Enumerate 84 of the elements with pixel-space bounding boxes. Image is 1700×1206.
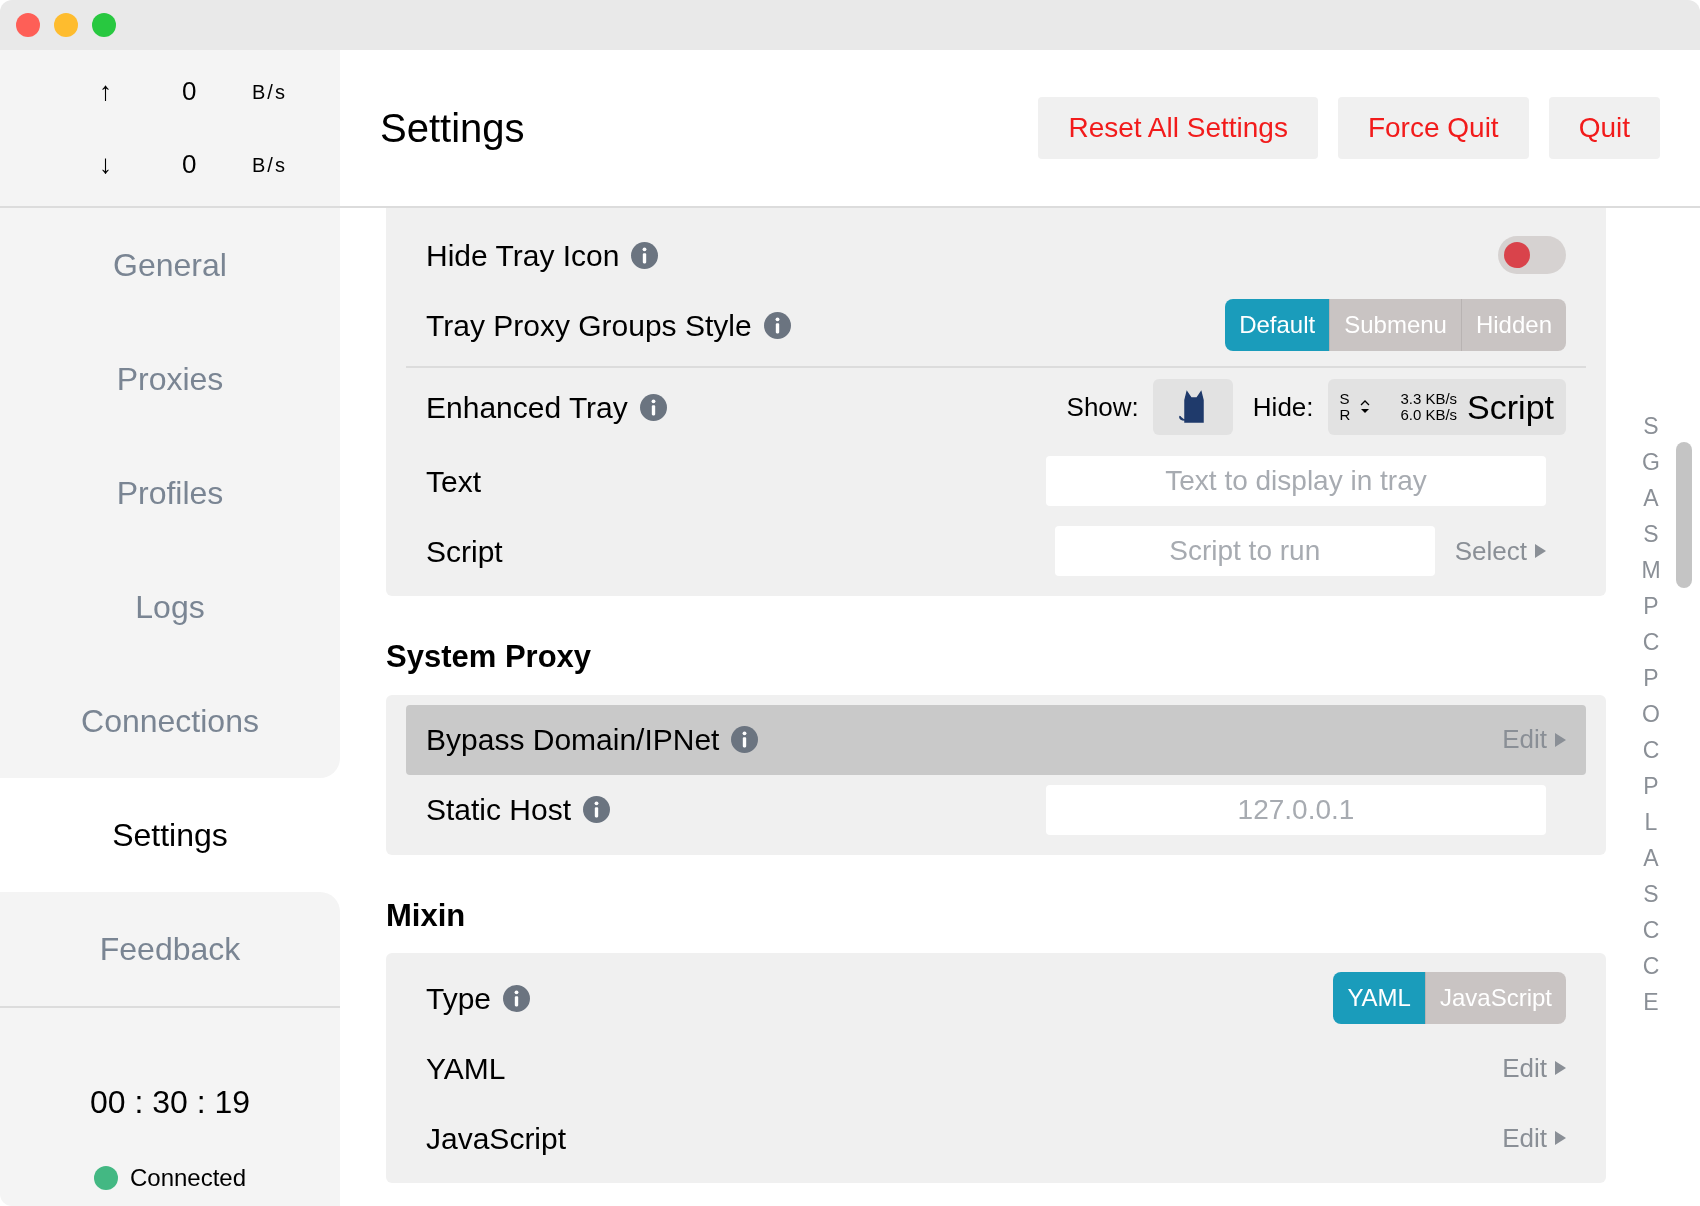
status-label: Connected	[129, 1163, 247, 1193]
speed-unit: B/s	[252, 152, 287, 178]
caret-icon	[1555, 732, 1566, 747]
info-icon	[583, 796, 611, 823]
download-speed: 6.0 KB/s	[1400, 407, 1458, 423]
info-icon	[763, 311, 791, 339]
scrollbar-thumb[interactable]	[1676, 442, 1692, 588]
index-letter[interactable]: P	[1643, 768, 1659, 804]
close-button[interactable]	[16, 13, 40, 37]
segment-option[interactable]: YAML	[1333, 972, 1425, 1024]
input-field[interactable]: 127.0.0.1	[1046, 784, 1546, 835]
setting-label: Bypass Domain/IPNet	[426, 722, 720, 758]
setting-label: Static Host	[426, 792, 572, 828]
index-letter[interactable]: L	[1644, 804, 1658, 840]
preview-letter: S	[1339, 391, 1351, 407]
setting-label: Tray Proxy Groups Style	[426, 307, 752, 344]
setting-label: Hide Tray Icon	[426, 237, 620, 274]
input-field[interactable]: Script to run	[1054, 526, 1435, 576]
caret-icon	[1555, 1131, 1566, 1145]
setting-label: JavaScript	[426, 1120, 567, 1157]
speed-unit: B/s	[252, 79, 287, 105]
index-letter[interactable]: C	[1642, 912, 1660, 948]
header-button[interactable]: Force Quit	[1337, 97, 1529, 159]
index-letter[interactable]: S	[1643, 516, 1659, 552]
nav-item[interactable]: Feedback	[0, 892, 340, 1006]
edit-link[interactable]: Edit	[1502, 1048, 1566, 1088]
caret-icon	[1555, 1061, 1566, 1075]
index-letter[interactable]: C	[1642, 948, 1660, 984]
connection-timer: 00 : 30 : 19	[89, 1083, 251, 1122]
index-letter[interactable]: P	[1643, 660, 1659, 696]
nav-item[interactable]: Proxies	[0, 322, 340, 436]
toggle-switch[interactable]	[1498, 236, 1566, 274]
arrow-glyph: ↑	[98, 75, 113, 108]
edit-link[interactable]: Edit	[1502, 720, 1566, 759]
minimize-button[interactable]	[54, 13, 78, 37]
edit-link[interactable]: Edit	[1502, 1118, 1566, 1158]
segment-option[interactable]: Default	[1225, 299, 1330, 351]
arrow-glyph: ↓	[98, 148, 113, 181]
preview-letter: R	[1339, 407, 1351, 423]
show-label: Show:	[1066, 390, 1139, 424]
info-icon	[731, 726, 759, 753]
caret-icon	[1535, 544, 1546, 558]
index-letter[interactable]: O	[1642, 696, 1660, 732]
up-down-icon	[1360, 399, 1371, 415]
info-icon	[639, 393, 667, 421]
highlighted-row[interactable]: Bypass Domain/IPNet Edit	[406, 704, 1586, 775]
index-letter[interactable]: M	[1641, 552, 1661, 588]
nav-item[interactable]: General	[0, 208, 340, 322]
index-letter[interactable]: S	[1643, 408, 1659, 444]
upload-speed: 3.3 KB/s	[1400, 391, 1458, 407]
header-button[interactable]: Reset All Settings	[1038, 97, 1318, 159]
index-letter[interactable]: A	[1643, 840, 1659, 876]
nav-item[interactable]: Profiles	[0, 436, 340, 550]
index-letter[interactable]: C	[1642, 732, 1660, 768]
nav-item[interactable]: Connections	[0, 664, 340, 778]
show-icon-button[interactable]	[1152, 379, 1233, 435]
select-link[interactable]: Select	[1454, 531, 1546, 571]
index-letter[interactable]: G	[1642, 444, 1660, 480]
setting-label: Text	[426, 463, 482, 500]
index-letter[interactable]: P	[1643, 588, 1659, 624]
speed-value: 0	[182, 148, 198, 181]
segment-option[interactable]: JavaScript	[1424, 972, 1566, 1024]
setting-label: Script	[426, 533, 503, 570]
index-letter[interactable]: E	[1643, 984, 1659, 1020]
zoom-button[interactable]	[92, 13, 116, 37]
setting-label: YAML	[426, 1050, 506, 1087]
setting-label: Enhanced Tray	[426, 389, 628, 426]
setting-label: Type	[426, 980, 492, 1017]
nav-item[interactable]: Logs	[0, 550, 340, 664]
section-heading: Mixin	[386, 896, 467, 935]
info-icon	[631, 241, 659, 269]
page-title: Settings	[380, 105, 525, 152]
section-heading: System Proxy	[386, 638, 593, 676]
header-button[interactable]: Quit	[1548, 97, 1660, 159]
input-field[interactable]: Text to display in tray	[1046, 456, 1546, 506]
index-letter[interactable]: C	[1642, 624, 1660, 660]
speed-value: 0	[182, 75, 198, 108]
info-icon	[503, 984, 531, 1012]
hide-label: Hide:	[1252, 390, 1314, 424]
preview-text: Script	[1467, 386, 1554, 428]
index-letter[interactable]: A	[1643, 480, 1659, 516]
segment-option[interactable]: Submenu	[1329, 299, 1461, 351]
segment-option[interactable]: Hidden	[1460, 299, 1566, 351]
index-letter[interactable]: S	[1643, 876, 1659, 912]
